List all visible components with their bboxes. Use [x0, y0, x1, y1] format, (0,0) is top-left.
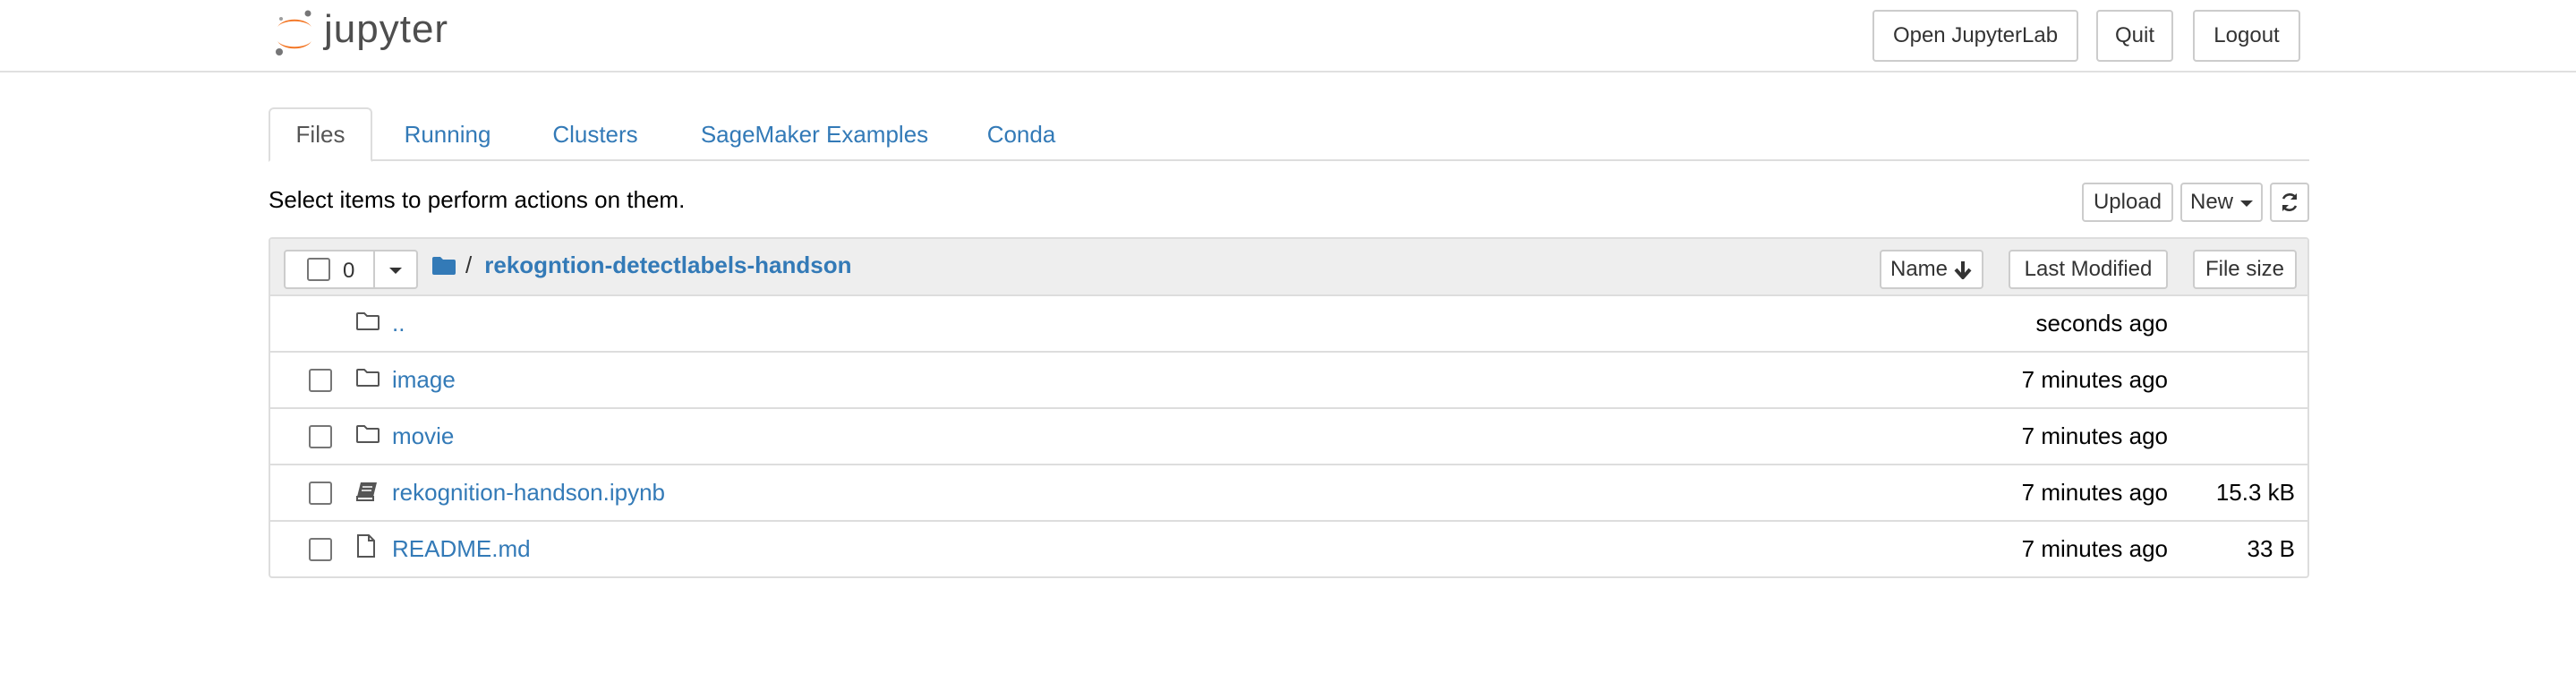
breadcrumb: / rekogntion-detectlabels-handson: [431, 251, 852, 279]
new-dropdown-button[interactable]: New: [2180, 183, 2263, 222]
logo-text: jupyter: [324, 7, 449, 51]
refresh-icon: [2282, 193, 2298, 211]
file-list: 0 / rekogntion-detectlabels-handson Name…: [269, 237, 2309, 578]
item-modified: 7 minutes ago: [2021, 479, 2168, 506]
folder-icon[interactable]: [431, 256, 456, 276]
tab-conda[interactable]: Conda: [976, 107, 1067, 162]
open-jupyterlab-button[interactable]: Open JupyterLab: [1872, 10, 2078, 62]
selection-hint: Select items to perform actions on them.: [269, 186, 686, 213]
breadcrumb-current-dir[interactable]: rekogntion-detectlabels-handson: [484, 251, 851, 279]
tab-sagemaker-examples[interactable]: SageMaker Examples: [682, 107, 947, 162]
upload-button[interactable]: Upload: [2082, 183, 2173, 222]
folder-outline-icon: [355, 424, 380, 448]
tab-clusters[interactable]: Clusters: [537, 107, 653, 162]
select-menu-button[interactable]: [375, 251, 416, 287]
caret-down-icon: [389, 268, 402, 274]
item-checkbox[interactable]: [309, 538, 332, 561]
list-item-image[interactable]: image 7 minutes ago: [270, 353, 2307, 409]
tab-bar: Files Running Clusters SageMaker Example…: [269, 107, 2309, 162]
list-item-readme[interactable]: README.md 7 minutes ago 33 B: [270, 522, 2307, 576]
refresh-button[interactable]: [2270, 183, 2309, 222]
item-name-link[interactable]: image: [392, 366, 456, 394]
tab-running[interactable]: Running: [387, 107, 508, 162]
item-size: 33 B: [2247, 535, 2296, 562]
tab-files[interactable]: Files: [269, 107, 372, 162]
item-name-link[interactable]: rekognition-handson.ipynb: [392, 479, 665, 507]
file-icon: [355, 533, 377, 563]
item-size: 15.3 kB: [2215, 479, 2295, 506]
arrow-down-icon: [1954, 261, 1972, 279]
sort-by-modified-button[interactable]: Last Modified: [2009, 250, 2168, 289]
folder-outline-icon: [355, 311, 380, 336]
jupyter-logo[interactable]: jupyter: [274, 7, 448, 59]
file-list-header: 0 / rekogntion-detectlabels-handson Name…: [270, 239, 2307, 296]
notebook-icon: [355, 481, 379, 507]
select-all-checkbox[interactable]: [307, 258, 330, 281]
jupyter-logo-icon: [276, 10, 311, 55]
item-modified: seconds ago: [2035, 310, 2168, 337]
header-bar: jupyter Open JupyterLab Quit Logout: [0, 0, 2576, 72]
item-name-link[interactable]: ..: [392, 310, 405, 337]
list-item-parent[interactable]: .. seconds ago: [270, 296, 2307, 353]
item-name-link[interactable]: README.md: [392, 535, 531, 563]
item-checkbox[interactable]: [309, 425, 332, 448]
new-label: New: [2189, 190, 2233, 214]
list-item-movie[interactable]: movie 7 minutes ago: [270, 409, 2307, 465]
selected-count: 0: [343, 259, 355, 283]
item-checkbox[interactable]: [309, 369, 332, 392]
select-all-group: 0: [284, 250, 418, 289]
list-item-notebook[interactable]: rekognition-handson.ipynb 7 minutes ago …: [270, 465, 2307, 522]
breadcrumb-separator: /: [465, 251, 473, 278]
logout-button[interactable]: Logout: [2193, 10, 2300, 62]
item-modified: 7 minutes ago: [2021, 535, 2168, 562]
sort-by-name-button[interactable]: Name: [1880, 250, 1983, 289]
quit-button[interactable]: Quit: [2096, 10, 2173, 62]
caret-down-icon: [2240, 200, 2253, 207]
item-modified: 7 minutes ago: [2021, 422, 2168, 449]
sort-name-label: Name: [1889, 257, 1949, 281]
item-checkbox[interactable]: [309, 482, 332, 505]
sort-by-size-button[interactable]: File size: [2193, 250, 2297, 289]
folder-outline-icon: [355, 368, 380, 392]
item-modified: 7 minutes ago: [2021, 366, 2168, 393]
item-name-link[interactable]: movie: [392, 422, 454, 450]
